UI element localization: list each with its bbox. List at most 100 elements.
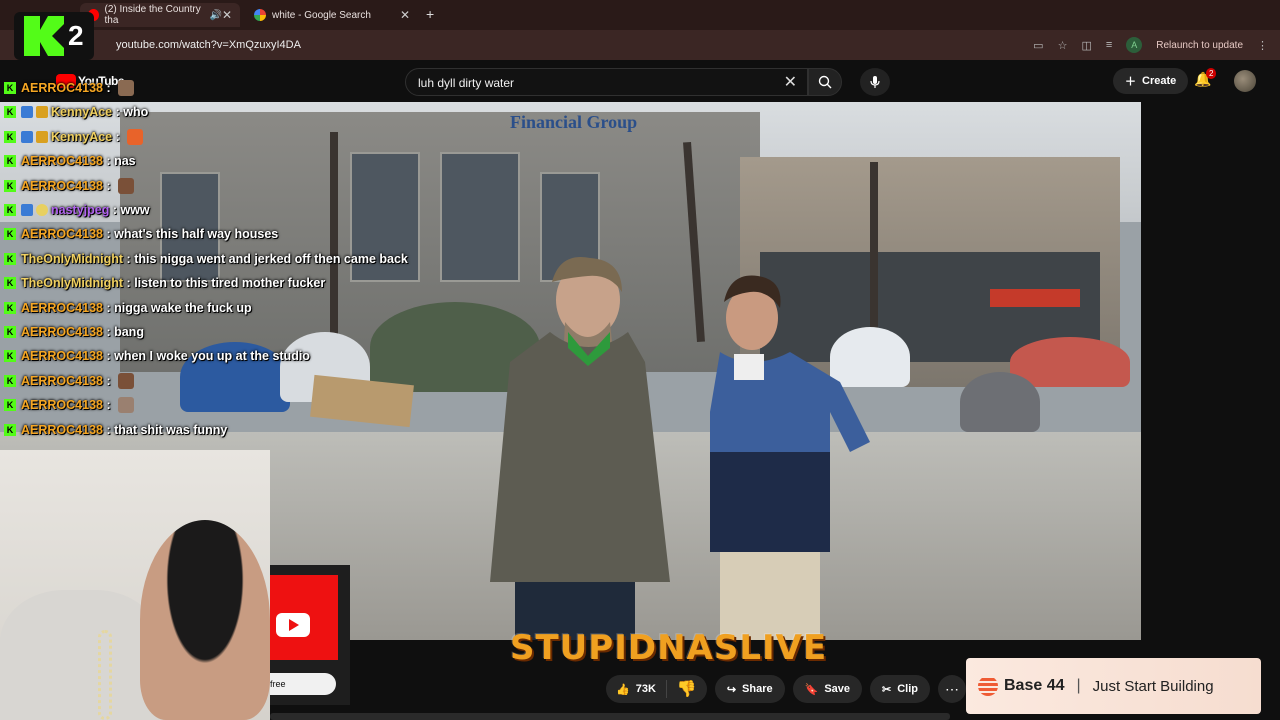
chat-separator: : [102, 227, 115, 242]
chat-message: K AERROC4138 : when I woke you up at the … [4, 345, 310, 367]
kick-badge-icon: K [4, 277, 16, 290]
chat-username[interactable]: TheOnlyMidnight [21, 252, 123, 266]
voice-search-button[interactable] [860, 68, 890, 96]
chat-username[interactable]: AERROC4138 [21, 325, 103, 339]
close-tab-icon[interactable]: ✕ [400, 8, 410, 22]
chat-separator: : [109, 203, 121, 217]
chat-username[interactable]: AERROC4138 [21, 374, 103, 388]
kick-badge-icon: K [4, 374, 16, 387]
chat-username[interactable]: KennyAce [51, 130, 112, 144]
dislike-button[interactable]: 👎 [667, 679, 707, 699]
video-actions: 👍 73K 👎 ↪ Share 🔖 Save ✂ Clip ⋯ [606, 675, 967, 703]
kick-badge-icon: K [4, 301, 16, 314]
cast-icon[interactable]: ▭ [1033, 39, 1043, 52]
new-tab-icon[interactable]: + [426, 6, 434, 22]
chat-separator: : [102, 154, 115, 169]
chat-message: K TheOnlyMidnight : listen to this tired … [4, 272, 325, 294]
share-icon: ↪ [726, 683, 737, 696]
bookmark-icon: 🔖 [804, 683, 819, 696]
kick-badge-icon: K [4, 423, 16, 436]
url-field[interactable]: youtube.com/watch?v=XmQzuxyI4DA [116, 39, 301, 51]
chat-text: nigga wake the fuck up [114, 300, 252, 315]
chat-separator: : [123, 251, 135, 266]
menu-kebab-icon[interactable]: ⋮ [1257, 39, 1268, 52]
chat-overlay: K AERROC4138 : K KennyAce : who K KennyAce :… [0, 54, 560, 444]
chat-username[interactable]: AERROC4138 [21, 423, 103, 437]
side-panel-icon[interactable]: ◫ [1081, 39, 1091, 52]
chat-username[interactable]: TheOnlyMidnight [21, 276, 123, 290]
chat-message: K AERROC4138 : that shit was funny [4, 419, 227, 441]
kick-badge-icon: K [4, 228, 16, 241]
stream-watermark: STUPIDNASLIVE [510, 628, 828, 668]
chat-username[interactable]: AERROC4138 [21, 227, 103, 241]
chat-text: nas [114, 154, 136, 169]
chat-username[interactable]: AERROC4138 [21, 81, 103, 95]
account-avatar[interactable] [1234, 70, 1256, 92]
chat-text: bang [114, 325, 144, 339]
kick-badge-icon: K [4, 326, 16, 338]
kick-badge-icon: K [4, 82, 16, 94]
thumbs-down-icon: 👎 [676, 681, 697, 698]
more-actions-button[interactable]: ⋯ [938, 675, 967, 703]
tab-label: white - Google Search [272, 9, 371, 21]
subscriber-badge-icon [21, 106, 33, 119]
bookmark-star-icon[interactable]: ☆ [1058, 39, 1068, 52]
chat-message: K TheOnlyMidnight : this nigga went and j… [4, 248, 408, 270]
chat-username[interactable]: AERROC4138 [21, 154, 103, 168]
kick-badge-icon: K [4, 350, 16, 363]
create-button[interactable]: ＋ Create [1113, 68, 1189, 94]
clip-button[interactable]: ✂ Clip [870, 675, 931, 703]
kick-k-icon [24, 16, 64, 56]
kick-badge-icon: K [4, 252, 16, 265]
save-button[interactable]: 🔖 Save [792, 675, 863, 703]
tab-label: (2) Inside the Country tha [104, 4, 201, 26]
chat-text: what's this half way houses [114, 227, 279, 242]
close-tab-icon[interactable]: ✕ [222, 8, 232, 22]
chat-username[interactable]: KennyAce [51, 105, 112, 119]
profile-avatar[interactable]: A [1126, 37, 1143, 53]
chat-separator: : [102, 422, 115, 437]
chat-username[interactable]: AERROC4138 [21, 349, 103, 363]
storefront-sign [990, 289, 1080, 307]
chat-separator: : [112, 129, 124, 144]
relaunch-button[interactable]: Relaunch to update [1156, 40, 1243, 51]
scrollbar[interactable] [270, 713, 950, 720]
chat-message: K AERROC4138 : bang [4, 321, 144, 343]
like-button[interactable]: 👍 73K [606, 680, 667, 698]
ad-tagline: Just Start Building [1092, 677, 1214, 695]
chat-username[interactable]: nastyjpeg [51, 203, 109, 217]
chat-username[interactable]: AERROC4138 [21, 301, 103, 315]
tab-youtube[interactable]: (2) Inside the Country tha 🔊 ✕ [80, 3, 240, 27]
clear-search-icon[interactable]: ✕ [784, 72, 797, 92]
kick-badge-icon: K [4, 204, 16, 216]
extensions-icon[interactable]: ≡ [1106, 39, 1112, 51]
chat-username[interactable]: AERROC4138 [21, 398, 103, 412]
subscriber-badge-icon [36, 106, 48, 119]
share-button[interactable]: ↪ Share [714, 675, 785, 703]
like-count: 73K [635, 683, 656, 695]
chat-message: K AERROC4138 : nigga wake the fuck up [4, 297, 252, 319]
share-label: Share [742, 683, 773, 695]
speaker-icon[interactable]: 🔊 [209, 10, 221, 21]
chat-separator: : [102, 325, 115, 339]
sponsor-ad[interactable]: Base 44 | Just Start Building [966, 658, 1261, 714]
microphone-icon [870, 76, 880, 88]
youtube-promo-card[interactable]: free [270, 565, 350, 705]
streamer-chain [98, 630, 112, 720]
tent [1010, 337, 1130, 387]
google-favicon-icon [254, 9, 266, 21]
chat-text: when I woke you up at the studio [114, 349, 310, 364]
chat-message: Knastyjpeg : www [4, 199, 150, 221]
tab-google[interactable]: white - Google Search ✕ [246, 3, 418, 27]
chat-separator: : [112, 105, 124, 120]
streamer-webcam [0, 450, 270, 720]
chat-emote-icon [118, 177, 135, 194]
chat-message: K AERROC4138 : [4, 77, 135, 99]
promo-button[interactable]: free [270, 673, 336, 695]
browser-tab-bar: (2) Inside the Country tha 🔊 ✕ white - G… [0, 0, 1280, 30]
subscriber-badge-icon [21, 130, 33, 143]
search-button[interactable] [808, 68, 842, 96]
save-label: Save [824, 683, 851, 695]
chat-username[interactable]: AERROC4138 [21, 179, 103, 193]
chat-message: K KennyAce : [4, 126, 144, 148]
